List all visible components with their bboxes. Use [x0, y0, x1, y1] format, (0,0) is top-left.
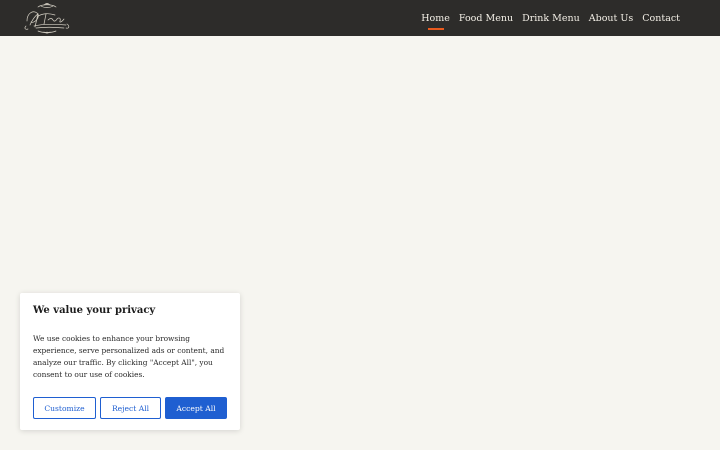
nav-food-menu[interactable]: Food Menu — [459, 13, 513, 24]
nav-contact[interactable]: Contact — [642, 13, 680, 24]
nav-drink-menu[interactable]: Drink Menu — [522, 13, 580, 24]
cookie-button-row: Customize Reject All Accept All — [33, 397, 227, 419]
main-nav: Home Food Menu Drink Menu About Us Conta… — [421, 0, 680, 36]
site-header: Home Food Menu Drink Menu About Us Conta… — [0, 0, 720, 36]
cookie-consent-banner: We value your privacy We use cookies to … — [20, 293, 240, 430]
accept-all-button[interactable]: Accept All — [165, 397, 227, 419]
ornate-script-logo-icon — [24, 3, 70, 34]
customize-button[interactable]: Customize — [33, 397, 96, 419]
reject-all-button[interactable]: Reject All — [100, 397, 161, 419]
page: Home Food Menu Drink Menu About Us Conta… — [0, 0, 720, 450]
nav-about-us[interactable]: About Us — [589, 13, 634, 24]
cookie-title: We value your privacy — [33, 305, 156, 316]
nav-home[interactable]: Home — [421, 13, 450, 24]
site-logo[interactable] — [22, 2, 72, 34]
cookie-description: We use cookies to enhance your browsing … — [33, 334, 225, 379]
